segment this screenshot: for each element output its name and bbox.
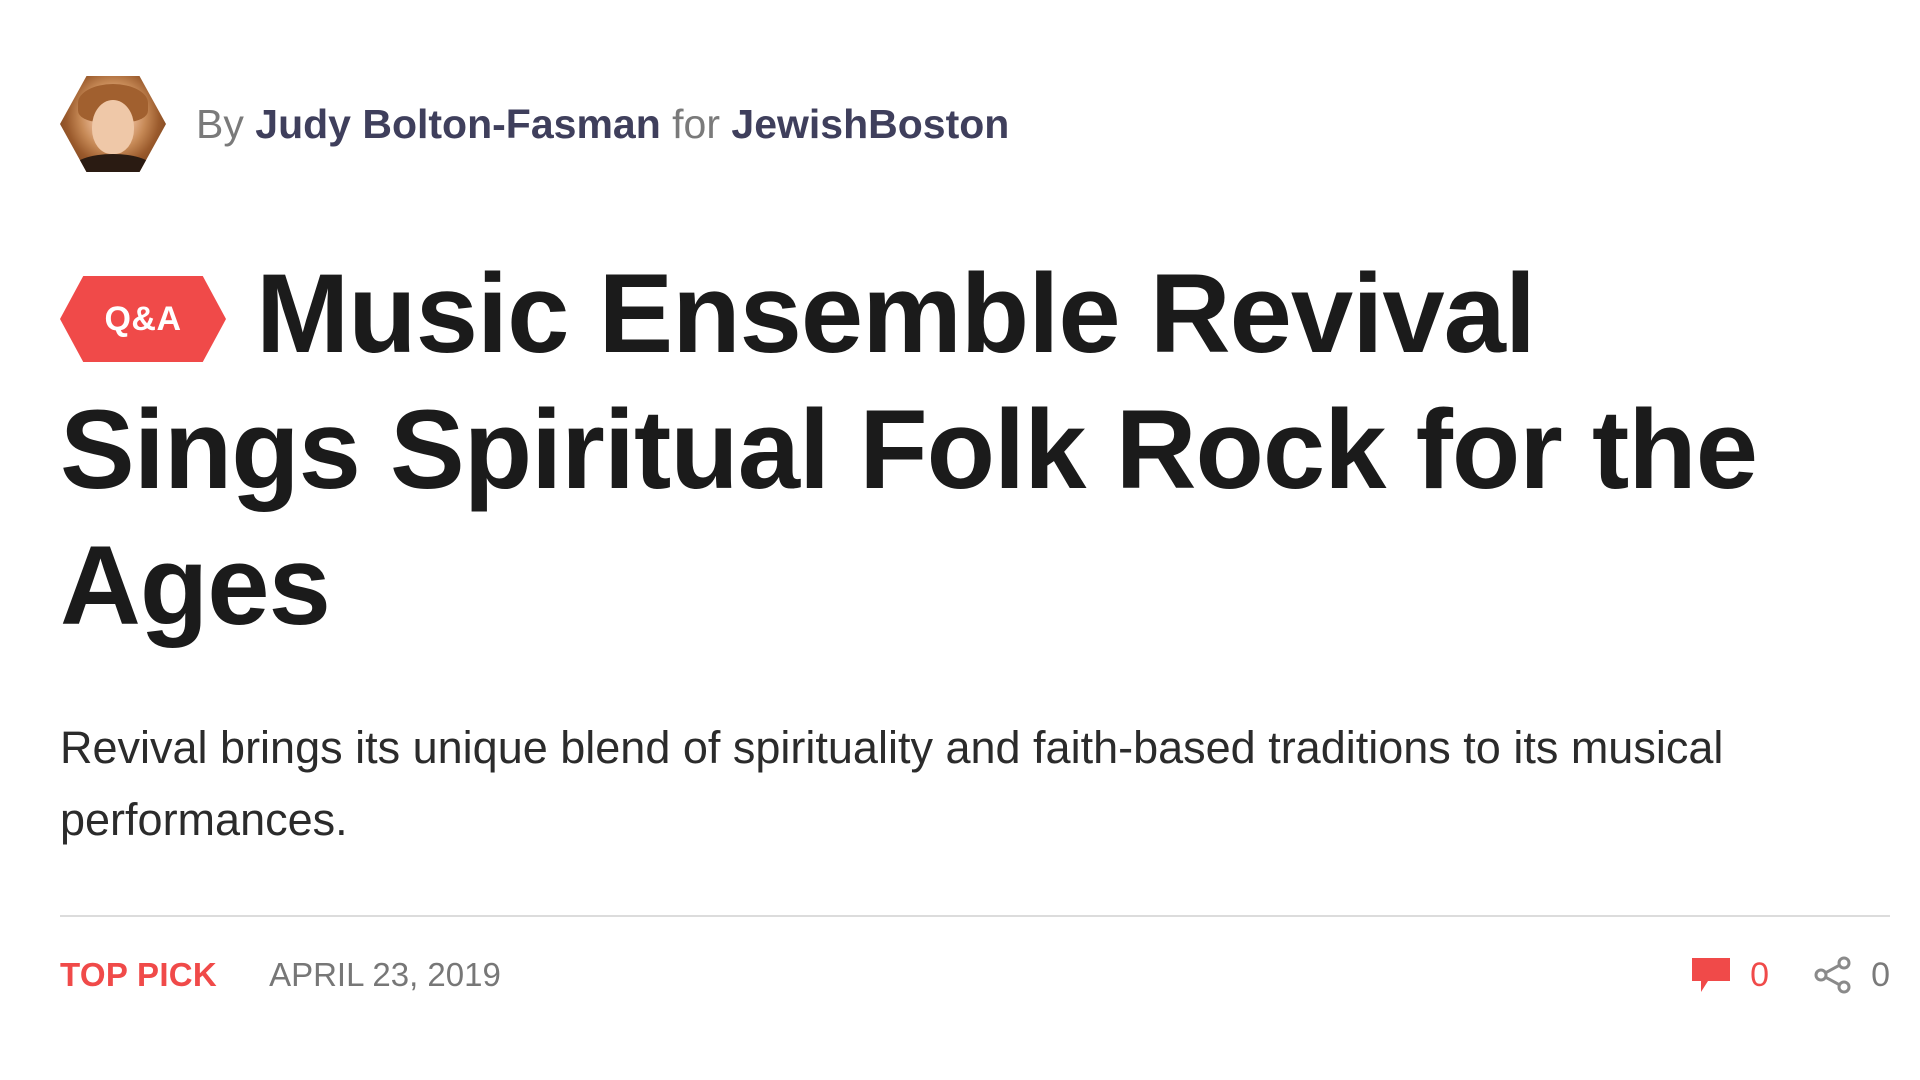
- byline-for: for: [672, 100, 721, 147]
- qa-badge[interactable]: Q&A: [60, 276, 226, 362]
- article-meta: TOP PICK APRIL 23, 2019 0 0: [60, 945, 1890, 1005]
- byline-by: By: [196, 100, 244, 147]
- byline: By Judy Bolton-Fasman for JewishBoston: [60, 74, 1009, 174]
- headline-block: Q&A Music Ensemble Revival Sings Spiritua…: [60, 246, 1860, 654]
- article-header: By Judy Bolton-Fasman for JewishBoston Q…: [60, 0, 1895, 1080]
- top-pick-tag[interactable]: TOP PICK: [60, 956, 217, 994]
- comments-button[interactable]: 0: [1690, 955, 1769, 995]
- comment-count: 0: [1750, 955, 1770, 994]
- share-button[interactable]: 0: [1813, 955, 1890, 995]
- article-dek: Revival brings its unique blend of spiri…: [60, 722, 1724, 845]
- byline-text: By Judy Bolton-Fasman for JewishBoston: [196, 100, 1009, 147]
- avatar-face: [92, 100, 134, 154]
- share-count: 0: [1871, 955, 1890, 994]
- publication-link[interactable]: JewishBoston: [731, 101, 1009, 147]
- share-icon: [1813, 955, 1853, 995]
- author-link[interactable]: Judy Bolton-Fasman: [255, 101, 660, 147]
- engagement: 0 0: [1690, 955, 1890, 995]
- article-title: Q&A Music Ensemble Revival Sings Spiritua…: [60, 246, 1860, 654]
- article-title-text: Music Ensemble Revival Sings Spiritual F…: [60, 251, 1758, 648]
- publish-date: APRIL 23, 2019: [269, 956, 501, 993]
- author-avatar[interactable]: [60, 76, 166, 172]
- divider: [60, 915, 1890, 917]
- comment-icon: [1690, 955, 1732, 995]
- avatar-shoulders: [72, 154, 154, 172]
